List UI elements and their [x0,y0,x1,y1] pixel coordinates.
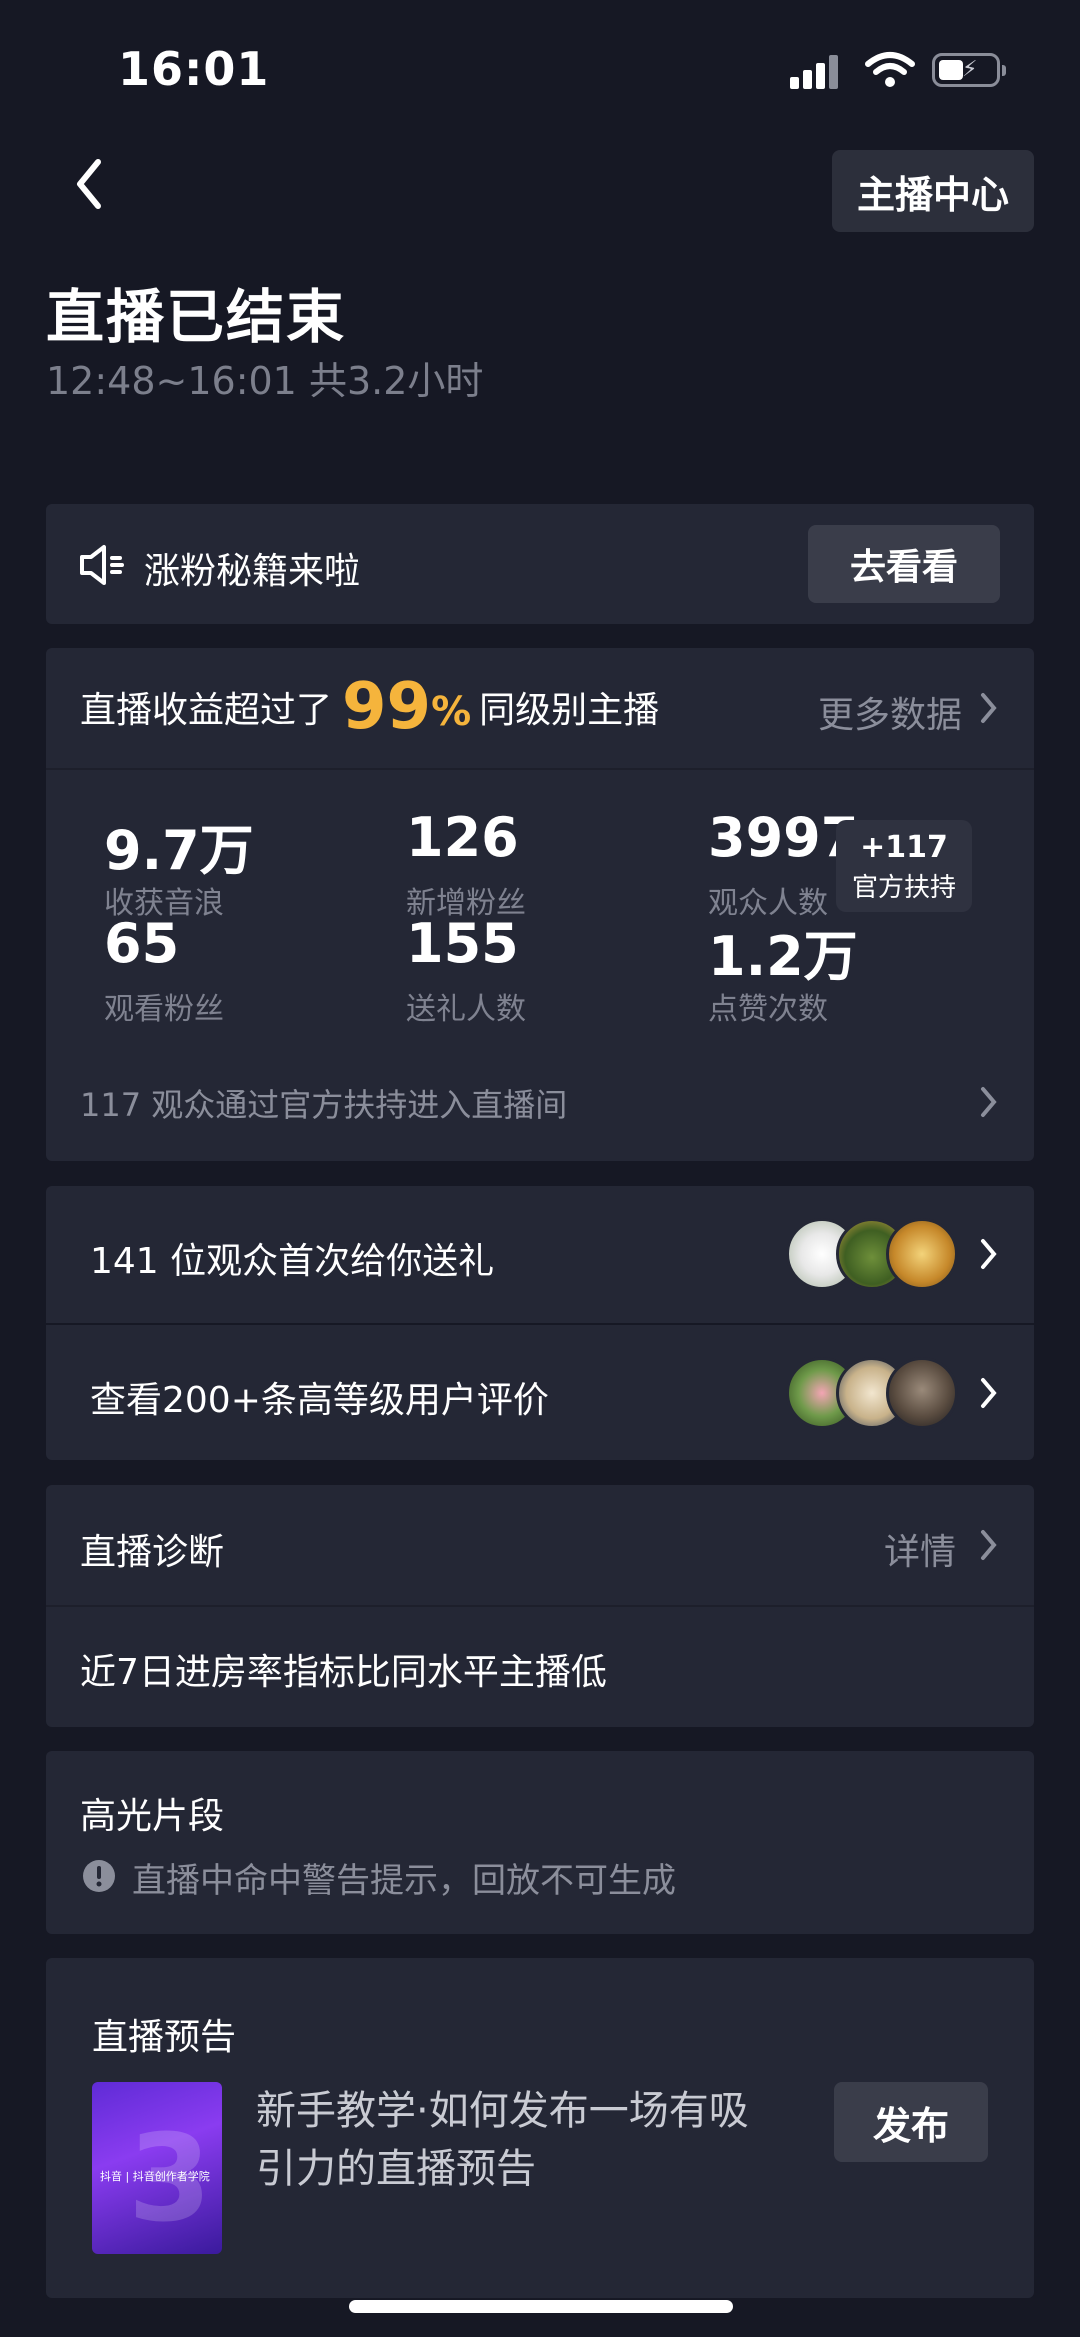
wifi-icon [865,52,915,87]
earnings-headline: 直播收益超过了 99 % 同级别主播 [80,662,659,752]
preview-desc-line: 引力的直播预告 [256,2146,536,2192]
avatar [886,1357,958,1429]
stat-label: 送礼人数 [406,992,526,1027]
page-title: 直播已结束 [46,283,347,351]
cellular-signal-icon [790,55,842,89]
speaker-icon [80,545,124,585]
chevron-right-icon[interactable] [978,690,1000,726]
badge-label: 官方扶持 [851,873,956,903]
user-review-text: 查看200+条高等级用户评价 [90,1380,549,1421]
stat-value: 9.7万 [104,819,254,882]
chevron-right-icon[interactable] [978,1375,1000,1411]
headline-suffix: 同级别主播 [479,690,660,731]
stat-value: 1.2万 [708,925,858,988]
first-gift-row[interactable]: 141 位观众首次给你送礼 [46,1186,1034,1323]
diagnosis-content: 近7日进房率指标比同水平主播低 [80,1652,607,1693]
avatar [886,1218,958,1290]
first-gift-text: 141 位观众首次给你送礼 [90,1241,495,1282]
preview-title: 直播预告 [92,2017,237,2058]
stat-value: 65 [104,912,180,975]
stat-value: 126 [406,806,519,869]
chevron-right-icon[interactable] [978,1236,1000,1272]
live-diagnosis-card: 直播诊断 详情 近7日进房率指标比同水平主播低 [46,1485,1034,1727]
growth-tip-text: 涨粉秘籍来啦 [144,551,361,592]
go-see-button[interactable]: 去看看 [808,525,1000,603]
host-center-button[interactable]: 主播中心 [832,150,1034,232]
live-preview-card: 直播预告 3 抖音 | 抖音创作者学院 新手教学·如何发布一场有吸 引力的直播预… [46,1958,1034,2298]
chevron-right-icon[interactable] [978,1527,1000,1563]
highlights-warning: 直播中命中警告提示，回放不可生成 [132,1861,676,1901]
back-arrow-icon[interactable] [70,154,110,214]
warning-icon [83,1860,115,1892]
stat-label: 点赞次数 [708,992,828,1027]
highlights-title: 高光片段 [80,1796,225,1837]
stat-label: 观看粉丝 [104,992,224,1027]
home-indicator[interactable] [349,2300,733,2313]
battery-icon: ⚡ [932,53,1006,87]
diagnosis-detail-link[interactable]: 详情 [884,1523,956,1575]
diagnosis-title: 直播诊断 [80,1532,225,1573]
more-data-link[interactable]: 更多数据 [818,686,962,738]
official-support-footer[interactable]: 117 观众通过官方扶持进入直播间 [80,1080,567,1126]
preview-description[interactable]: 新手教学·如何发布一场有吸 引力的直播预告 [256,2082,749,2198]
highlights-card: 高光片段 直播中命中警告提示，回放不可生成 [46,1751,1034,1934]
publish-button[interactable]: 发布 [834,2082,988,2162]
user-review-row[interactable]: 查看200+条高等级用户评价 [46,1325,1034,1460]
official-support-badge: +117 官方扶持 [836,820,972,912]
headline-prefix: 直播收益超过了 [80,690,333,731]
headline-percent: 99 [342,670,432,744]
status-time: 16:01 [118,42,270,96]
live-stats-card: 直播收益超过了 99 % 同级别主播 更多数据 9.7万 收获音浪 126 新增… [46,648,1034,1161]
preview-desc-line: 新手教学·如何发布一场有吸 [256,2088,749,2134]
live-time-range: 12:48~16:01 共3.2小时 [46,359,484,403]
growth-tip-card: 涨粉秘籍来啦 去看看 [46,504,1034,624]
headline-percent-sign: % [431,689,472,735]
preview-thumbnail[interactable]: 3 抖音 | 抖音创作者学院 [92,2082,222,2254]
stat-value: 155 [406,912,519,975]
thumbnail-label: 抖音 | 抖音创作者学院 [100,2170,210,2183]
chevron-right-icon[interactable] [978,1084,1000,1120]
badge-count: +117 [860,830,948,865]
